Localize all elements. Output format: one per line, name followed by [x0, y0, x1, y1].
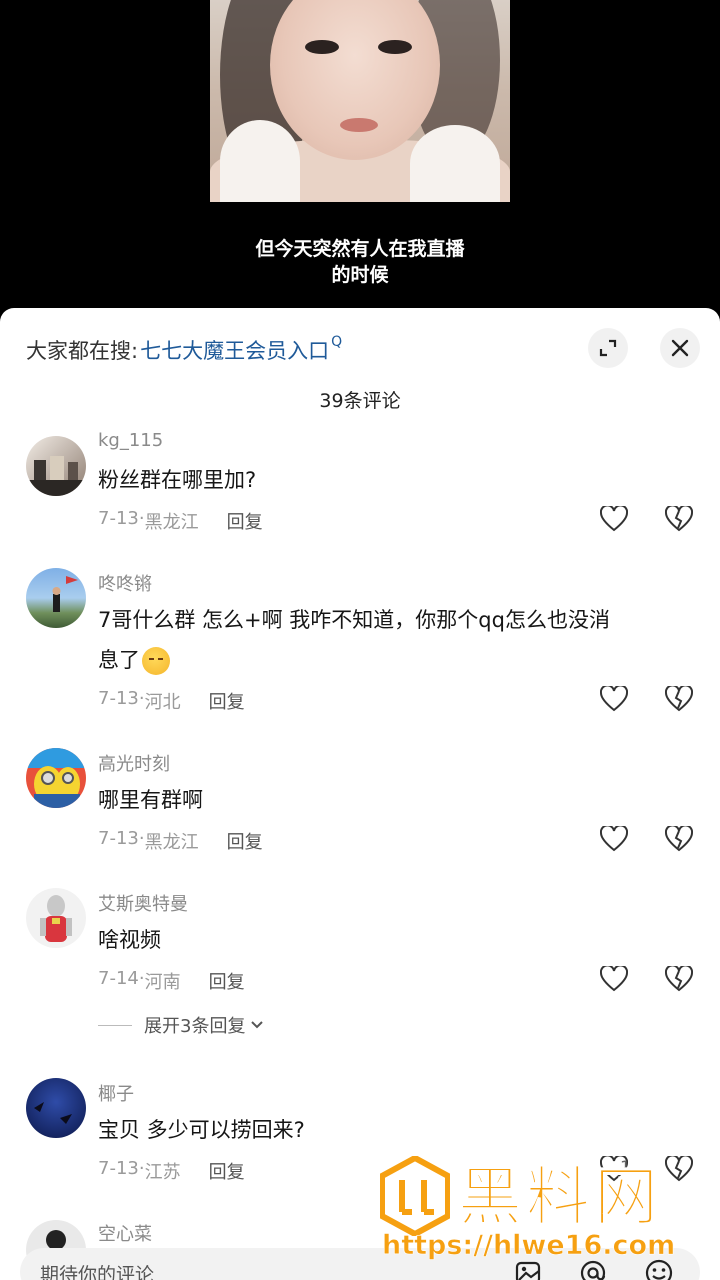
comment-text-line-2: 息了: [98, 640, 698, 680]
comment-date: 7-13·: [98, 688, 145, 709]
avatar[interactable]: [26, 436, 86, 496]
comment-meta: 7-14· 河南 回复: [98, 968, 245, 994]
expand-icon: [599, 339, 617, 357]
reply-button[interactable]: 回复: [209, 1158, 245, 1184]
comment-meta: 7-13· 黑龙江 回复: [98, 508, 263, 534]
emoji-icon: [142, 647, 170, 675]
video-player[interactable]: 但今天突然有人在我直播 的时候: [0, 0, 720, 320]
comment-meta: 7-13· 黑龙江 回复: [98, 828, 263, 854]
broken-heart-icon[interactable]: [665, 826, 693, 852]
search-term-link[interactable]: 七七大魔王会员入口: [140, 335, 329, 365]
comment-location: 河南: [144, 972, 181, 993]
comment-location: 黑龙江: [144, 512, 199, 533]
comment-date: 7-14·: [98, 968, 145, 989]
broken-heart-icon[interactable]: [665, 506, 693, 532]
broken-heart-icon[interactable]: [665, 686, 693, 712]
comment-text: 7哥什么群 怎么+啊 我咋不知道，你那个qq怎么也没消 息了: [98, 600, 698, 680]
watermark-title: 黑料网: [458, 1161, 662, 1236]
search-mark-icon: Q: [331, 334, 343, 350]
reply-button[interactable]: 回复: [227, 828, 263, 854]
chevron-down-icon: [251, 1021, 264, 1029]
heart-icon[interactable]: [600, 826, 628, 852]
close-icon: [671, 339, 689, 357]
comment-text-line-1: 7哥什么群 怎么+啊 我咋不知道，你那个qq怎么也没消: [98, 608, 610, 632]
watermark: 黑料网 https://hlwe16.com: [380, 1152, 710, 1270]
video-subtitle: 但今天突然有人在我直播 的时候: [0, 236, 720, 288]
comment-location: 江苏: [144, 1162, 181, 1183]
comment-date: 7-13·: [98, 508, 145, 529]
comment-author[interactable]: 艾斯奥特曼: [98, 890, 188, 916]
avatar[interactable]: [26, 748, 86, 808]
reply-button[interactable]: 回复: [209, 968, 245, 994]
watermark-url: https://hlwe16.com: [382, 1230, 676, 1262]
video-frame: [210, 0, 510, 202]
expand-button[interactable]: [588, 328, 628, 368]
watermark-logo-icon: [380, 1156, 450, 1236]
comment-author[interactable]: kg_115: [98, 430, 163, 451]
reply-button[interactable]: 回复: [209, 688, 245, 714]
comment-date: 7-13·: [98, 1158, 145, 1179]
broken-heart-icon[interactable]: [665, 966, 693, 992]
heart-icon[interactable]: [600, 966, 628, 992]
close-button[interactable]: [660, 328, 700, 368]
search-prefix: 大家都在搜:: [26, 339, 139, 363]
expand-replies-button[interactable]: 展开3条回复: [98, 1012, 265, 1038]
comment-count-title: 39条评论: [319, 390, 401, 412]
avatar[interactable]: [26, 1078, 86, 1138]
comment-author[interactable]: 椰子: [98, 1080, 134, 1106]
comment-meta: 7-13· 河北 回复: [98, 688, 245, 714]
comment-author[interactable]: 空心菜: [98, 1220, 152, 1246]
subtitle-line-2: 的时候: [331, 264, 389, 286]
expand-replies-label: 展开3条回复: [144, 1016, 246, 1037]
comment-text: 啥视频: [98, 928, 161, 952]
reply-button[interactable]: 回复: [227, 508, 263, 534]
comment-location: 黑龙江: [144, 832, 199, 853]
avatar[interactable]: [26, 888, 86, 948]
subtitle-line-1: 但今天突然有人在我直播: [255, 238, 465, 260]
heart-icon[interactable]: [600, 686, 628, 712]
expand-line: [98, 1024, 132, 1026]
heart-icon[interactable]: [600, 506, 628, 532]
comment-location: 河北: [144, 692, 181, 713]
comment-text: 粉丝群在哪里加?: [98, 468, 257, 492]
comment-text: 哪里有群啊: [98, 788, 203, 812]
comment-text-line-2-text: 息了: [98, 648, 140, 672]
avatar[interactable]: [26, 568, 86, 628]
comment-text: 宝贝 多少可以捞回来?: [98, 1118, 305, 1142]
trending-search[interactable]: 大家都在搜: 七七大魔王会员入口 Q: [26, 330, 342, 370]
comment-author[interactable]: 咚咚锵: [98, 570, 152, 596]
comment-sheet: 大家都在搜: 七七大魔王会员入口 Q 39条评论 kg_115 粉丝群在哪里加?…: [0, 308, 720, 1280]
comment-author[interactable]: 高光时刻: [98, 750, 170, 776]
comment-input-placeholder[interactable]: 期待你的评论: [40, 1260, 154, 1280]
comment-meta: 7-13· 江苏 回复: [98, 1158, 245, 1184]
comment-date: 7-13·: [98, 828, 145, 849]
